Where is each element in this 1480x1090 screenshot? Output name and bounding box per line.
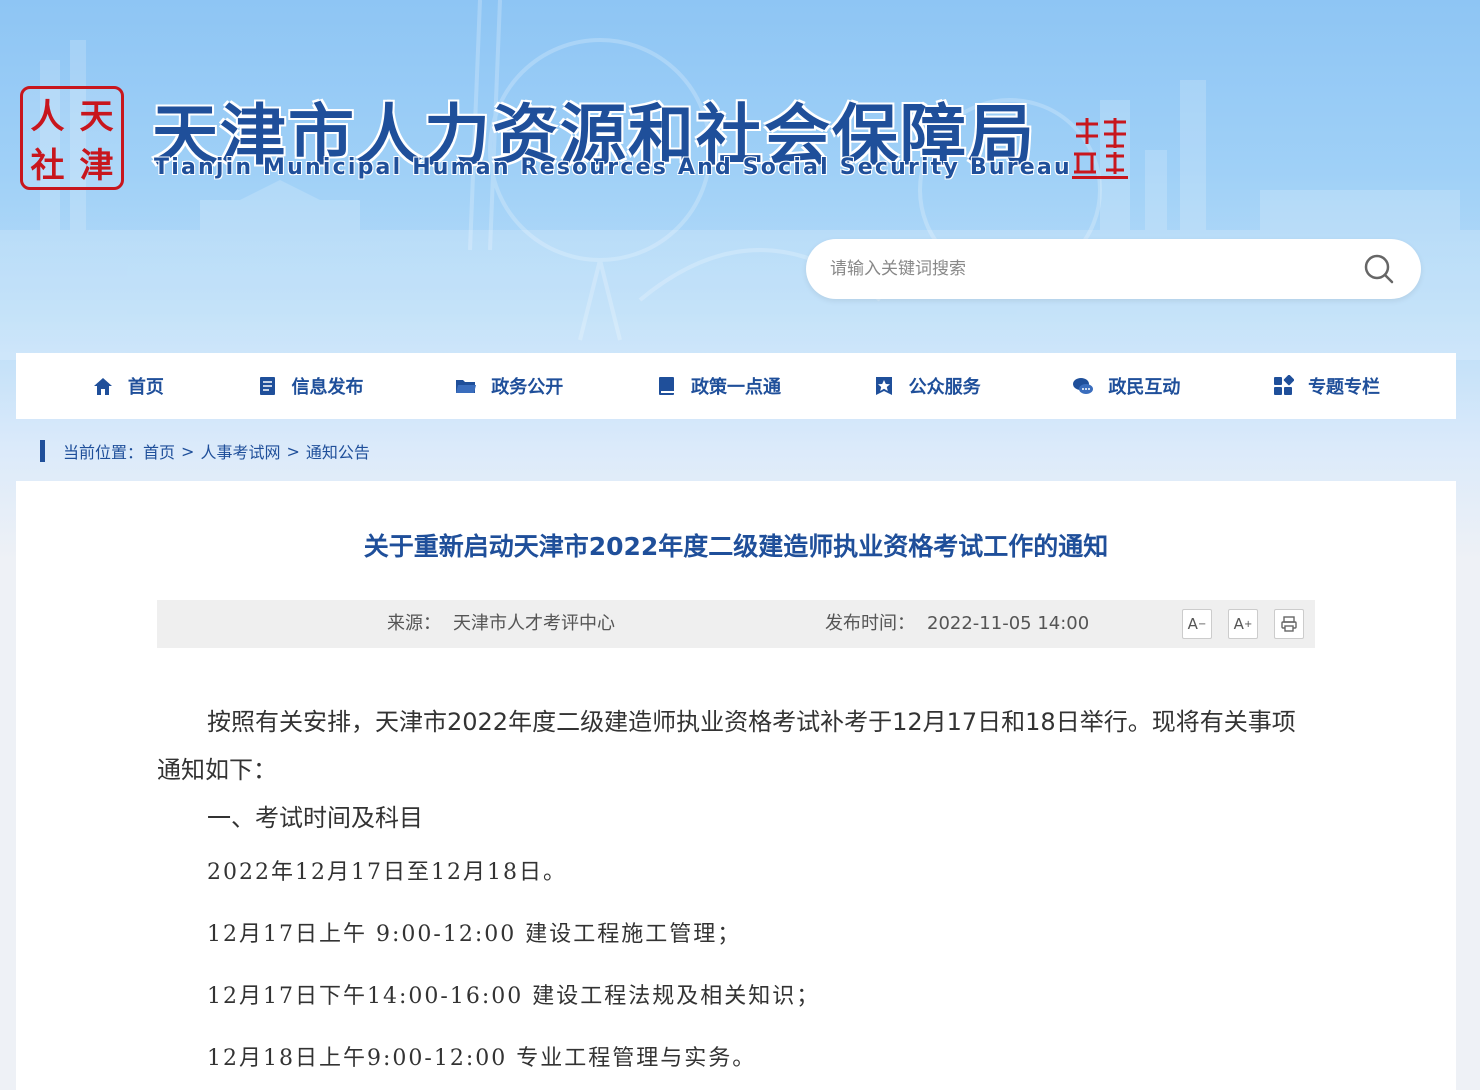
font-larger-button[interactable]: A + bbox=[1228, 609, 1258, 639]
exam-schedule-line: 12月17日下午14:00-16:00 建设工程法规及相关知识； bbox=[207, 984, 821, 1009]
exam-schedule-line: 12月17日上午 9:00-12:00 建设工程施工管理； bbox=[207, 922, 742, 947]
nav-item-topics[interactable]: 专题专栏 bbox=[1272, 373, 1380, 399]
article-meta-bar: 来源： 天津市人才考评中心 发布时间： 2022-11-05 14:00 A − A + bbox=[157, 600, 1315, 648]
article-panel: 关于重新启动天津市2022年度二级建造师执业资格考试工作的通知 来源： 天津市人才… bbox=[16, 481, 1456, 1090]
article-title: 关于重新启动天津市2022年度二级建造师执业资格考试工作的通知 bbox=[363, 532, 1109, 561]
font-smaller-label: A bbox=[1187, 615, 1198, 633]
breadcrumb-separator: > bbox=[181, 441, 195, 461]
article-lead-paragraph: 按照有关安排，天津市2022年度二级建造师执业资格考试补考于12月17日和18日… bbox=[157, 708, 1296, 784]
breadcrumb-separator: > bbox=[286, 441, 300, 461]
print-icon bbox=[1281, 616, 1297, 632]
site-subtitle: Tianjin Municipal Human Resources And So… bbox=[154, 155, 1072, 180]
seal-char: 津 bbox=[79, 146, 114, 186]
article-source: 来源： 天津市人才考评中心 bbox=[387, 600, 615, 648]
nav-label: 专题专栏 bbox=[1308, 377, 1381, 398]
star-badge-icon bbox=[875, 377, 892, 395]
search-box bbox=[806, 239, 1421, 299]
font-larger-label: A bbox=[1233, 615, 1244, 633]
breadcrumb-label: 当前位置： bbox=[63, 443, 144, 462]
nav-label: 信息发布 bbox=[291, 377, 364, 398]
book-icon bbox=[658, 377, 674, 395]
article-publish-time: 发布时间： 2022-11-05 14:00 bbox=[825, 600, 1089, 648]
seal-char: 人 bbox=[30, 97, 65, 137]
nav-item-home[interactable]: 首页 bbox=[92, 373, 164, 399]
header-banner: 人 天 社 津 天津市人力资源和社会保障局 Tianjin Municipal … bbox=[0, 0, 1480, 560]
section-heading: 一、考试时间及科目 bbox=[207, 804, 423, 832]
nav-label: 政务公开 bbox=[491, 377, 564, 398]
breadcrumb-link-notice[interactable]: 通知公告 bbox=[306, 439, 370, 463]
main-nav: 首页 信息发布 政务公开 政策一点通 公众服务 政民互动 专题专栏 bbox=[16, 353, 1456, 419]
breadcrumb-marker bbox=[40, 440, 45, 462]
time-label: 发布时间： bbox=[825, 613, 915, 634]
source-value: 天津市人才考评中心 bbox=[453, 613, 615, 634]
nav-label: 公众服务 bbox=[908, 377, 981, 398]
document-icon bbox=[259, 377, 275, 395]
search-input[interactable] bbox=[830, 239, 1350, 299]
city-skyline-illustration bbox=[0, 0, 1480, 360]
seal-char: 天 bbox=[79, 97, 114, 137]
time-value: 2022-11-05 14:00 bbox=[927, 613, 1090, 634]
nav-item-info[interactable]: 信息发布 bbox=[256, 373, 364, 399]
nav-item-public-service[interactable]: 公众服务 bbox=[873, 373, 981, 399]
home-icon bbox=[93, 378, 112, 395]
exam-date-line: 2022年12月17日至12月18日。 bbox=[207, 860, 567, 885]
bureau-seal-logo: 人 天 社 津 bbox=[20, 86, 124, 190]
chat-icon bbox=[1073, 378, 1094, 394]
nav-label: 政民互动 bbox=[1108, 377, 1181, 398]
article-body: 按照有关安排，天津市2022年度二级建造师执业资格考试补考于12月17日和18日… bbox=[157, 698, 1315, 1072]
seal-char: 社 bbox=[30, 146, 65, 186]
nav-item-policy[interactable]: 政策一点通 bbox=[655, 373, 781, 399]
grid-icon bbox=[1274, 375, 1295, 395]
print-button[interactable] bbox=[1274, 609, 1304, 639]
breadcrumb: 当前位置： 首页 > 人事考试网 > 通知公告 bbox=[40, 440, 370, 462]
exam-schedule-line: 12月18日上午9:00-12:00 专业工程管理与实务。 bbox=[207, 1046, 757, 1071]
nav-item-interaction[interactable]: 政民互动 bbox=[1072, 373, 1180, 399]
nav-label: 首页 bbox=[127, 377, 164, 398]
search-icon[interactable] bbox=[1363, 253, 1395, 285]
breadcrumb-link-home[interactable]: 首页 bbox=[143, 439, 175, 463]
source-label: 来源： bbox=[387, 613, 441, 634]
nav-item-open-gov[interactable]: 政务公开 bbox=[455, 373, 563, 399]
folder-icon bbox=[456, 380, 477, 393]
breadcrumb-link-exam[interactable]: 人事考试网 bbox=[200, 439, 280, 463]
tianjin-emblem-icon bbox=[1072, 118, 1128, 179]
nav-label: 政策一点通 bbox=[690, 377, 781, 398]
font-smaller-button[interactable]: A − bbox=[1182, 609, 1212, 639]
